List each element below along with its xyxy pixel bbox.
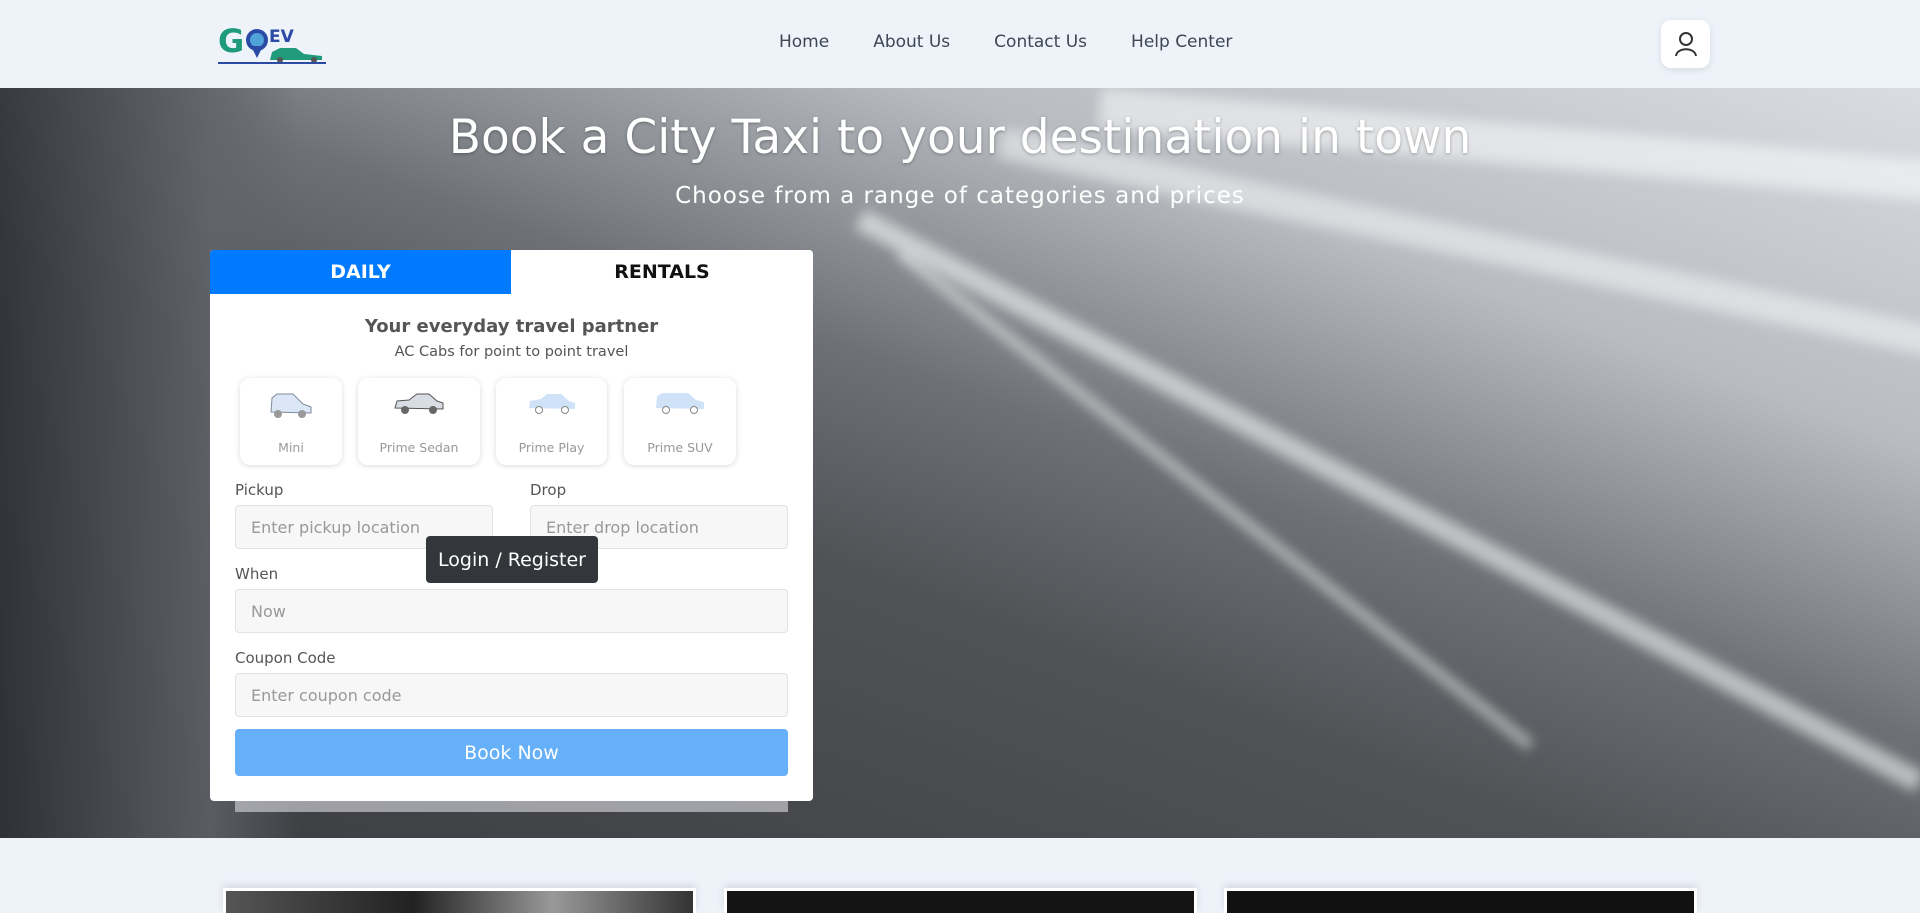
svg-text:G: G	[218, 22, 244, 60]
vehicle-label: Prime Sedan	[379, 440, 459, 455]
booking-heading: Your everyday travel partner	[364, 316, 659, 337]
sedan-icon	[394, 393, 444, 414]
svg-text:EV: EV	[269, 27, 295, 47]
coupon-label: Coupon Code	[235, 649, 336, 667]
suv-icon	[656, 393, 704, 414]
hero-title: Book a City Taxi to your destination in …	[448, 110, 1472, 165]
coupon-input[interactable]: Enter coupon code	[235, 673, 788, 717]
vehicle-mini[interactable]: Mini	[240, 378, 342, 465]
booking-card: DAILY RENTALS Your everyday travel partn…	[210, 250, 813, 801]
hero-light-streak	[896, 249, 1534, 750]
promo-card-3[interactable]	[1224, 888, 1697, 913]
tab-daily[interactable]: DAILY	[210, 250, 511, 294]
vehicle-label: Mini	[278, 440, 304, 455]
when-input[interactable]: Now	[235, 589, 788, 633]
vehicle-prime-suv[interactable]: Prime SUV	[624, 378, 736, 465]
profile-button[interactable]	[1661, 20, 1710, 68]
card-shadow-strip	[235, 801, 788, 812]
nav-help-center[interactable]: Help Center	[1131, 32, 1232, 52]
book-now-button[interactable]: Book Now	[235, 729, 788, 776]
nav-home[interactable]: Home	[779, 32, 829, 52]
hero-subtitle: Choose from a range of categories and pr…	[675, 183, 1245, 209]
nav-about-us[interactable]: About Us	[873, 32, 950, 52]
vehicle-label: Prime Play	[518, 440, 585, 455]
login-register-tooltip[interactable]: Login / Register	[426, 536, 598, 583]
goev-logo[interactable]: G EV	[218, 22, 328, 68]
when-label: When	[235, 565, 279, 583]
pickup-label: Pickup	[235, 481, 284, 499]
hatchback-icon	[270, 393, 312, 418]
user-icon	[1674, 32, 1697, 57]
vehicle-prime-sedan[interactable]: Prime Sedan	[358, 378, 480, 465]
top-navbar: G EV Home About Us Contact Us Help Cente…	[0, 0, 1920, 88]
tab-rentals[interactable]: RENTALS	[511, 250, 813, 294]
nav-contact-us[interactable]: Contact Us	[994, 32, 1087, 52]
car-icon	[528, 394, 575, 414]
vehicle-label: Prime SUV	[647, 440, 713, 455]
promo-card-1[interactable]	[223, 888, 696, 913]
vehicle-prime-play[interactable]: Prime Play	[496, 378, 607, 465]
drop-label: Drop	[530, 481, 567, 499]
booking-subheading: AC Cabs for point to point travel	[394, 344, 629, 360]
promo-card-2[interactable]	[724, 888, 1197, 913]
